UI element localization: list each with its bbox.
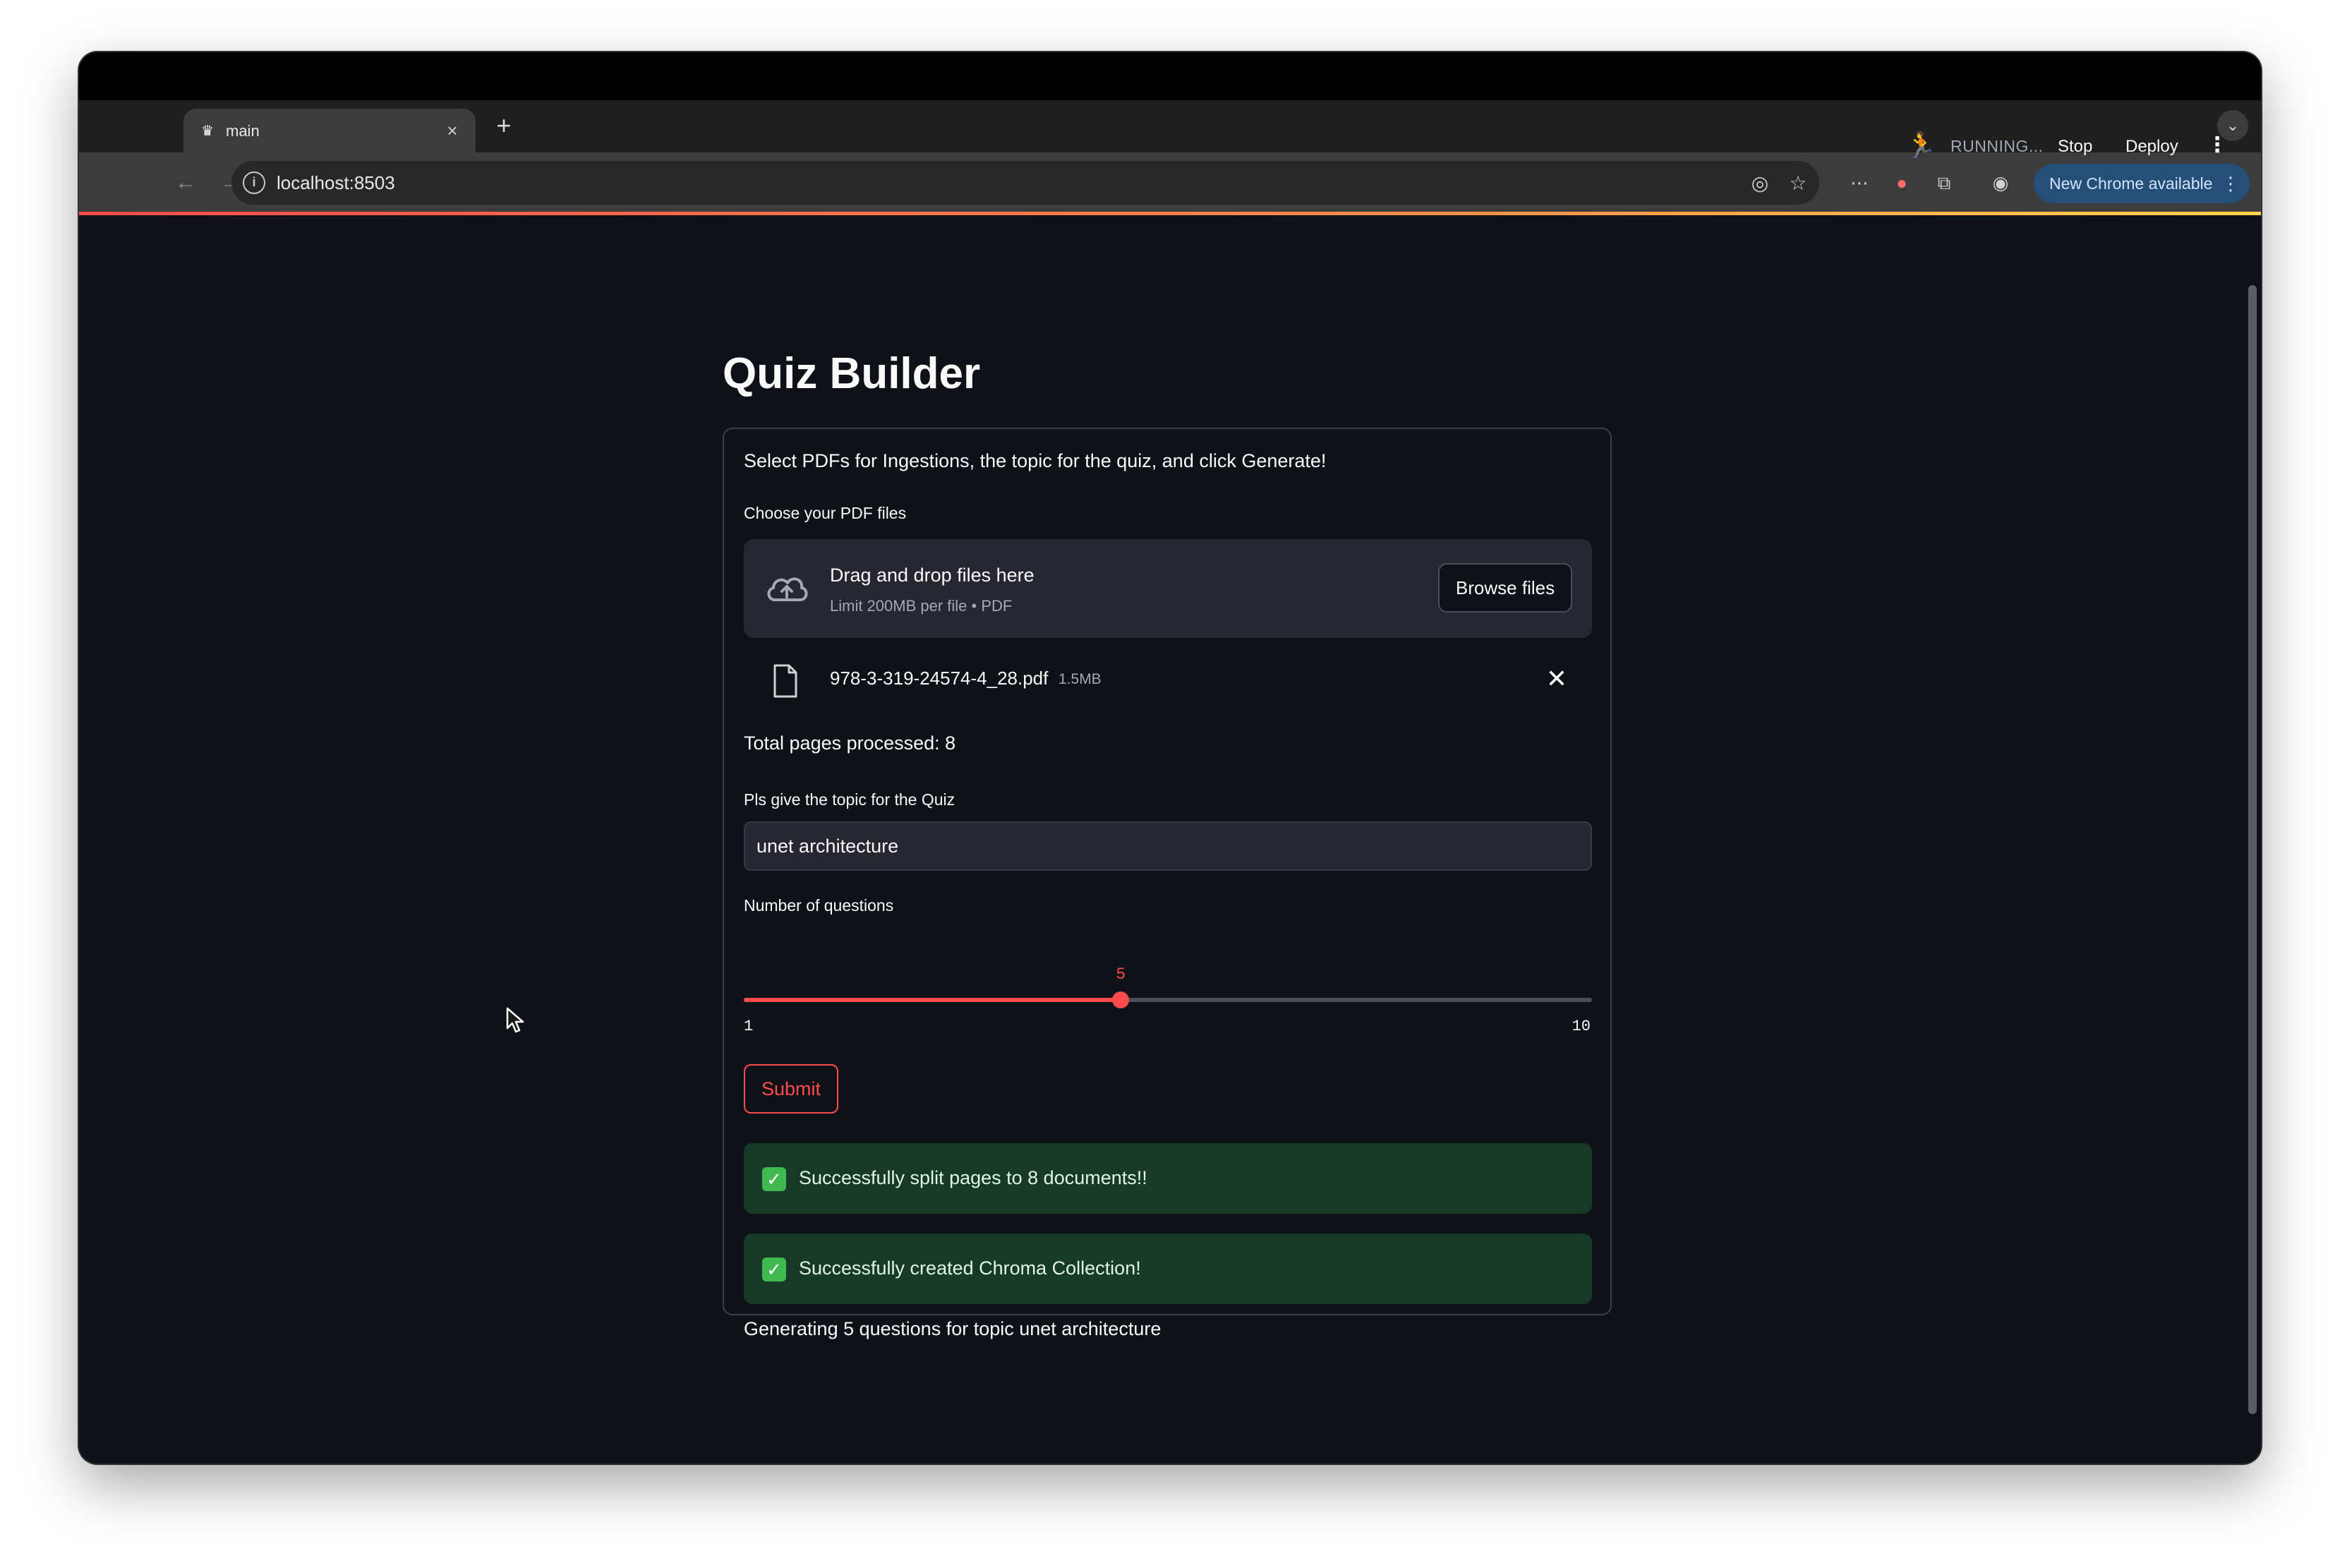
puzzle-icon[interactable]: ⧉ [1928, 167, 1960, 199]
slider-min-label: 1 [744, 1018, 754, 1035]
main-menu-icon[interactable]: ⋮ [2203, 128, 2231, 162]
eye-off-icon[interactable]: ◎ [1746, 169, 1774, 198]
alert-text: Successfully created Chroma Collection! [799, 1258, 1141, 1279]
profile-avatar-icon[interactable]: ◉ [1984, 167, 2017, 199]
slider-value: 5 [1116, 965, 1126, 984]
success-alert: ✓ Successfully created Chroma Collection… [744, 1234, 1592, 1304]
extension-icon[interactable]: ● [1886, 167, 1918, 199]
tab-main[interactable]: ♛ main × [183, 109, 476, 154]
running-status: RUNNING... [1950, 137, 2044, 155]
intro-text: Select PDFs for Ingestions, the topic fo… [744, 450, 1327, 471]
running-man-icon: 🏃 [1905, 131, 1937, 159]
url-text[interactable]: localhost:8503 [277, 172, 395, 194]
alert-text: Successfully split pages to 8 documents!… [799, 1167, 1147, 1188]
slider-max-label: 10 [1572, 1018, 1591, 1035]
more-vert-icon[interactable]: ⋮ [2221, 164, 2240, 203]
star-icon[interactable]: ☆ [1784, 169, 1812, 198]
title-bar [79, 52, 2261, 100]
topic-label: Pls give the topic for the Quiz [744, 790, 955, 809]
slider-thumb[interactable] [1112, 991, 1130, 1008]
loading-bar [79, 212, 2261, 215]
streamlit-favicon-icon: ♛ [201, 123, 214, 139]
success-alert: ✓ Successfully split pages to 8 document… [744, 1143, 1592, 1214]
mouse-pointer-icon [506, 1007, 524, 1033]
questions-label: Number of questions [744, 896, 894, 915]
site-info-icon[interactable]: i [243, 171, 265, 194]
scrollbar[interactable] [2248, 285, 2257, 1414]
dropzone-title: Drag and drop files here [830, 565, 1035, 586]
file-dropzone[interactable]: Drag and drop files here Limit 200MB per… [744, 539, 1592, 638]
submit-button[interactable]: Submit [744, 1064, 838, 1114]
quiz-form: Select PDFs for Ingestions, the topic fo… [723, 428, 1612, 1339]
address-bar[interactable]: i localhost:8503 ◎ ☆ [231, 161, 1819, 205]
browse-files-button[interactable]: Browse files [1438, 563, 1572, 613]
file-icon [773, 664, 797, 698]
browser-window: ♛ main × + ⌄ ← → ↻ i localhost:8503 ◎ ☆ … [79, 52, 2261, 1464]
cloud-upload-icon [767, 577, 808, 601]
extension-dots-icon[interactable]: ⋯ [1843, 167, 1876, 199]
new-tab-icon[interactable]: + [488, 110, 519, 141]
topic-input[interactable] [744, 821, 1592, 871]
check-icon: ✓ [762, 1258, 786, 1281]
dropzone-subtitle: Limit 200MB per file • PDF [830, 597, 1013, 615]
check-icon: ✓ [762, 1167, 786, 1191]
new-chrome-available-button[interactable]: New Chrome available ⋮ [2034, 164, 2250, 203]
generating-status: Generating 5 questions for topic unet ar… [744, 1318, 1162, 1339]
file-name: 978-3-319-24574-4_28.pdf [830, 668, 1049, 689]
remove-file-icon[interactable]: ✕ [1541, 663, 1572, 694]
update-label: New Chrome available [2049, 174, 2213, 193]
back-icon[interactable]: ← [171, 168, 200, 198]
browser-toolbar: ← → ↻ i localhost:8503 ◎ ☆ ⋯ ● ⧉ ◉ New C… [79, 152, 2261, 213]
questions-slider[interactable]: 5 [744, 965, 1592, 1008]
tab-title: main [226, 122, 260, 140]
file-size: 1.5MB [1059, 671, 1102, 687]
uploader-label: Choose your PDF files [744, 504, 907, 522]
uploaded-file-row: 978-3-319-24574-4_28.pdf 1.5MB ✕ [744, 653, 1592, 710]
close-tab-icon[interactable]: × [440, 119, 464, 143]
slider-fill [744, 998, 1121, 1002]
total-pages-text: Total pages processed: 8 [744, 732, 956, 754]
page-title: Quiz Builder [723, 349, 981, 398]
deploy-button[interactable]: Deploy [2125, 137, 2178, 157]
stop-button[interactable]: Stop [2058, 137, 2092, 157]
